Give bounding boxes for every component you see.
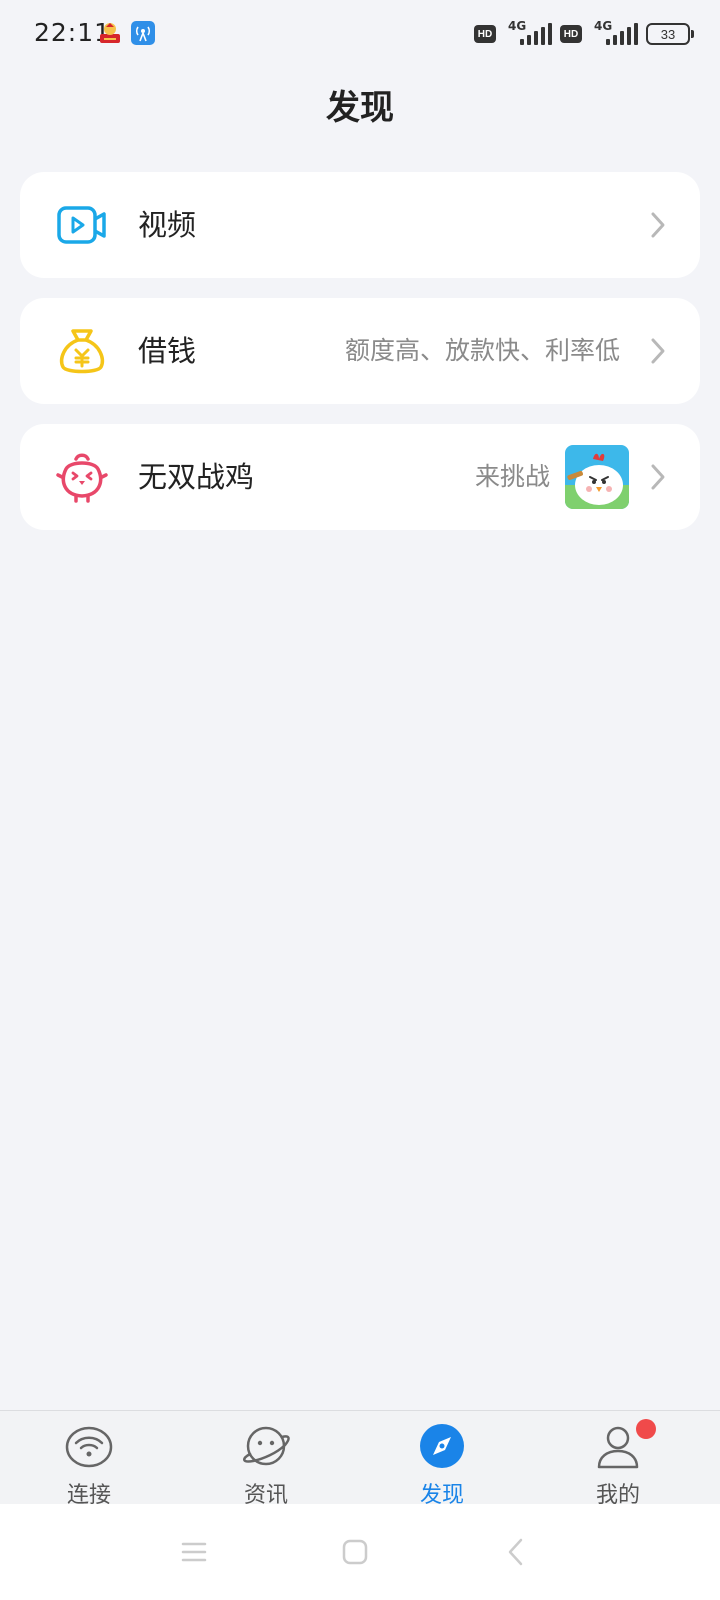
hd-badge-2: HD [560,25,582,43]
status-bar: 22:11 HD 4G HD 4G 33 [0,0,720,68]
card-video-label: 视频 [138,208,197,242]
wifi-icon [65,1426,113,1468]
card-borrow[interactable]: 借钱 额度高、放款快、利率低 [20,298,700,404]
tab-profile[interactable]: 我的 [558,1411,678,1508]
card-borrow-subtitle: 额度高、放款快、利率低 [344,336,620,365]
page-title: 发现 [326,88,394,128]
tab-news[interactable]: 资讯 [206,1411,326,1508]
hd-badge: HD [474,25,496,43]
video-icon [57,206,106,244]
back-icon[interactable] [500,1536,532,1568]
notification-app-icon [100,23,120,43]
card-video[interactable]: 视频 [20,172,700,278]
money-bag-icon [59,329,105,374]
system-nav-bar [0,1504,720,1600]
card-game-subtitle: 来挑战 [474,462,550,491]
status-right: HD 4G HD 4G 33 [474,19,694,48]
card-borrow-label: 借钱 [138,334,197,368]
chevron-right-icon [651,212,665,238]
signal-icon: 4G [504,19,552,47]
card-game[interactable]: 无双战鸡 来挑战 [20,424,700,530]
battery-icon: 33 [646,23,694,45]
planet-icon [243,1426,290,1466]
home-icon[interactable] [339,1536,371,1568]
card-game-label: 无双战鸡 [138,460,255,494]
chevron-right-icon [651,464,665,490]
tab-connect[interactable]: 连接 [29,1411,149,1508]
discover-screen: 22:11 HD 4G HD 4G 33 发现 视频 借钱 额度高、放款快、利率… [0,0,720,1600]
game-thumbnail-image [565,445,629,509]
tab-discover[interactable]: 发现 [382,1411,502,1508]
chick-icon [56,453,108,503]
menu-icon[interactable] [178,1536,210,1568]
compass-icon [420,1424,464,1468]
hotspot-icon [131,21,155,45]
chevron-right-icon [651,338,665,364]
notification-badge [636,1419,656,1439]
signal-icon-2: 4G [590,19,638,47]
bottom-nav: 连接 资讯 发现 我的 [0,1410,720,1508]
